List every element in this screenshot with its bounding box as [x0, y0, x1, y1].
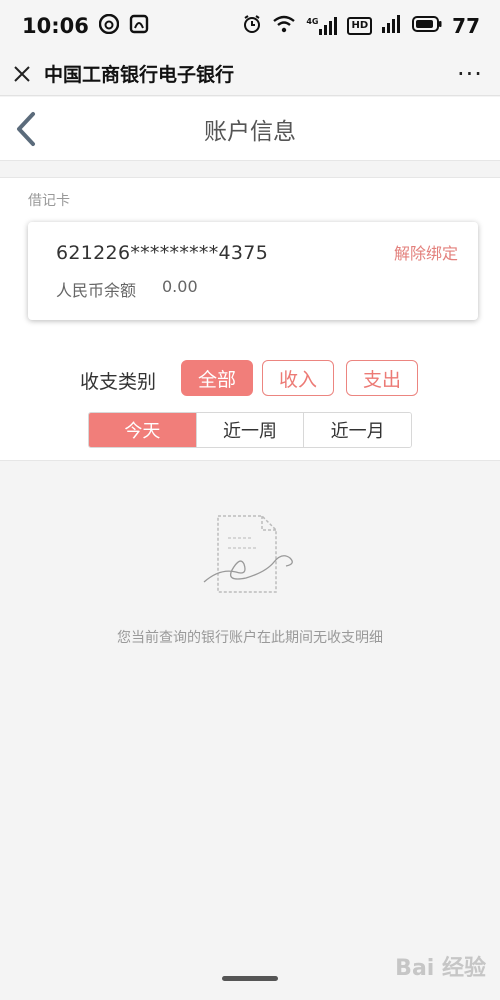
unbind-button[interactable]: 解除绑定 — [394, 240, 458, 264]
webview-title-bar: 中国工商银行电子银行 ··· — [0, 52, 500, 96]
webview-title: 中国工商银行电子银行 — [44, 64, 235, 86]
category-filter-label: 收支类别 — [80, 371, 157, 393]
notification-app-icon — [129, 14, 149, 38]
watermark: Bai 经验 — [395, 956, 486, 981]
account-panel: 借记卡 621226*********4375 解除绑定 人民币余额 0.00 … — [0, 178, 500, 461]
close-icon — [14, 65, 30, 82]
status-bar: 10:06 4G HD 77 — [0, 0, 500, 52]
status-time: 10:06 — [22, 14, 89, 38]
hd-icon: HD — [347, 17, 373, 35]
category-filter: 收支类别 全部 收入 支出 — [0, 360, 500, 398]
back-button[interactable] — [4, 105, 48, 153]
netease-music-icon — [98, 13, 120, 38]
page-header: 账户信息 — [0, 97, 500, 161]
category-all-button[interactable]: 全部 — [181, 360, 253, 396]
hd-label: HD — [351, 20, 369, 31]
signal-4g-label: 4G — [306, 17, 319, 26]
debit-card: 621226*********4375 解除绑定 人民币余额 0.00 — [28, 222, 478, 320]
debit-card-label: 借记卡 — [28, 193, 70, 209]
separator — [0, 162, 500, 178]
signal-icon — [382, 15, 402, 37]
balance-label: 人民币余额 — [56, 281, 137, 300]
close-button[interactable] — [0, 52, 44, 96]
battery-percent: 77 — [452, 14, 480, 38]
balance-value: 0.00 — [162, 277, 198, 296]
category-income-button[interactable]: 收入 — [262, 360, 334, 396]
home-indicator[interactable] — [222, 976, 278, 981]
card-number: 621226*********4375 — [56, 242, 269, 264]
category-expense-button[interactable]: 支出 — [346, 360, 418, 396]
more-options-button[interactable]: ··· — [440, 52, 500, 96]
period-month-button[interactable]: 近一月 — [304, 413, 411, 447]
period-selector: 今天 近一周 近一月 — [88, 412, 412, 448]
chevron-left-icon — [17, 112, 35, 146]
page-title: 账户信息 — [204, 118, 296, 145]
wifi-icon — [272, 14, 296, 38]
period-today-button[interactable]: 今天 — [89, 413, 197, 447]
signal-4g-icon: 4G — [306, 17, 338, 35]
empty-state-message: 您当前查询的银行账户在此期间无收支明细 — [117, 630, 383, 646]
period-week-button[interactable]: 近一周 — [196, 413, 305, 447]
battery-icon — [412, 16, 442, 36]
alarm-icon — [242, 14, 262, 38]
empty-document-icon — [200, 510, 300, 600]
